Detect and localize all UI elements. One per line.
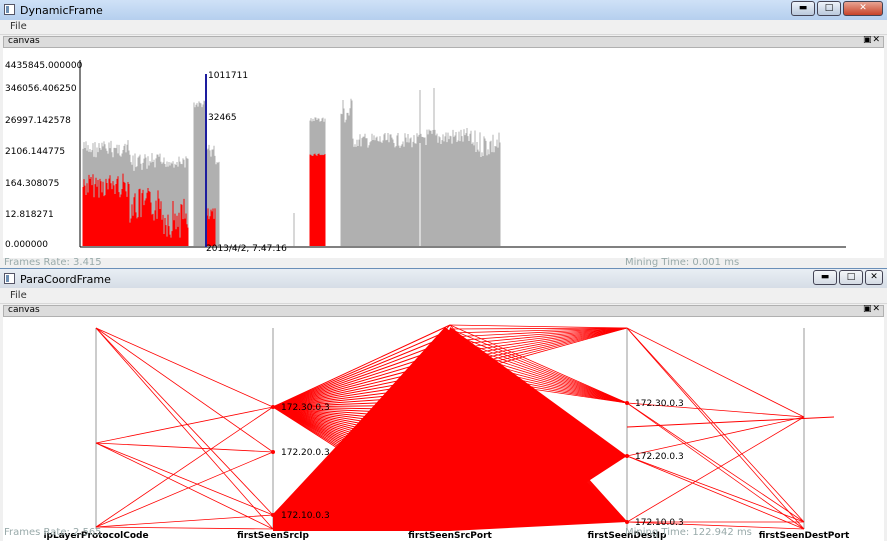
canvas-header: canvas ▣✕ — [3, 35, 884, 48]
polyline-segment — [626, 416, 835, 428]
polyline-segment — [95, 442, 274, 453]
marker-top-label: 1011711 — [208, 71, 248, 81]
marker-mid-label: 32465 — [208, 113, 237, 123]
polyline-segment — [95, 442, 274, 516]
frames-rate-text: Frames Rate: 2.565 — [4, 527, 102, 538]
polyline-segment — [449, 324, 628, 329]
paracoord-frame-window: ParaCoordFrame ▬ □ ✕ File canvas ▣✕ ipLa… — [0, 268, 887, 541]
y-tick-label: 12.818271 — [5, 210, 54, 220]
window-title: DynamicFrame — [20, 4, 103, 17]
time-series-plot: 4435845.000000 346056.406250 26997.14257… — [5, 60, 846, 254]
menu-bar: File — [0, 20, 887, 35]
node-dot — [271, 450, 275, 454]
polyline-segment — [95, 327, 274, 516]
app-icon — [4, 4, 15, 15]
y-tick-label: 26997.142578 — [5, 116, 71, 126]
node-dot — [271, 513, 275, 517]
polyline-segment — [449, 327, 628, 362]
canvas-label: canvas — [8, 36, 40, 46]
polyline-segment — [626, 402, 805, 523]
y-tick-label: 4435845.000000 — [5, 61, 83, 71]
close-button[interactable]: ✕ — [865, 270, 883, 285]
y-tick-label: 164.308075 — [5, 179, 59, 189]
y-tick-label: 2106.144775 — [5, 147, 65, 157]
title-bar[interactable]: DynamicFrame ▬ □ ✕ — [0, 0, 887, 20]
time-series-canvas[interactable]: 4435845.000000 346056.406250 26997.14257… — [3, 48, 884, 258]
mining-time-text: Mining Time: 122.942 ms — [625, 527, 752, 538]
src-ip-label: 172.10.0.3 — [281, 511, 330, 521]
y-tick-label: 0.000000 — [5, 240, 48, 250]
polyline-segment — [95, 327, 274, 408]
canvas-header-controls[interactable]: ▣✕ — [863, 304, 881, 314]
menu-file[interactable]: File — [10, 290, 27, 301]
minimize-button[interactable]: ▬ — [813, 270, 837, 285]
close-button[interactable]: ✕ — [843, 1, 883, 16]
polyline-segment — [95, 514, 274, 528]
mining-time-text: Mining Time: 0.001 ms — [625, 257, 740, 268]
polyline-segment — [95, 526, 274, 530]
src-ip-label: 172.20.0.3 — [281, 448, 330, 458]
canvas-header-controls[interactable]: ▣✕ — [863, 35, 881, 45]
parallel-coordinates-canvas[interactable]: ipLayerProtocolCode firstSeenSrcIp firstSe… — [3, 317, 884, 541]
app-icon — [4, 273, 15, 284]
canvas-label: canvas — [8, 305, 40, 315]
menu-bar: File — [0, 289, 887, 304]
polyline-segment — [626, 327, 805, 530]
frames-rate-text: Frames Rate: 3.415 — [4, 257, 102, 268]
title-bar[interactable]: ParaCoordFrame ▬ □ ✕ — [0, 269, 887, 288]
polyline-segment — [626, 416, 805, 523]
polyline-mass — [273, 327, 450, 531]
maximize-button[interactable]: □ — [839, 270, 863, 285]
minimize-button[interactable]: ▬ — [791, 1, 815, 16]
dynamic-frame-window: DynamicFrame ▬ □ ✕ File canvas ▣✕ 443584… — [0, 0, 887, 268]
polylines-layer — [95, 324, 835, 531]
polyline-segment — [95, 327, 274, 453]
dest-ip-label: 172.30.0.3 — [635, 399, 684, 409]
window-controls: ▬ □ ✕ — [813, 270, 883, 286]
polyline-segment — [95, 327, 274, 530]
parallel-coordinates-plot: ipLayerProtocolCode firstSeenSrcIp firstSe… — [43, 324, 850, 541]
node-dot — [625, 401, 629, 405]
window-controls: ▬ □ ✕ — [791, 1, 883, 17]
canvas-header: canvas ▣✕ — [3, 304, 884, 317]
polyline-segment — [449, 327, 628, 350]
node-dot — [625, 520, 629, 524]
dest-ip-label: 172.20.0.3 — [635, 452, 684, 462]
y-tick-label: 346056.406250 — [5, 84, 77, 94]
node-dot — [625, 454, 629, 458]
marker-time-label: 2013/4/2, 7:47:16 — [206, 244, 287, 254]
maximize-button[interactable]: □ — [817, 1, 841, 16]
menu-file[interactable]: File — [10, 21, 27, 32]
node-dot — [271, 405, 275, 409]
window-title: ParaCoordFrame — [20, 273, 111, 286]
src-ip-label: 172.30.0.3 — [281, 403, 330, 413]
